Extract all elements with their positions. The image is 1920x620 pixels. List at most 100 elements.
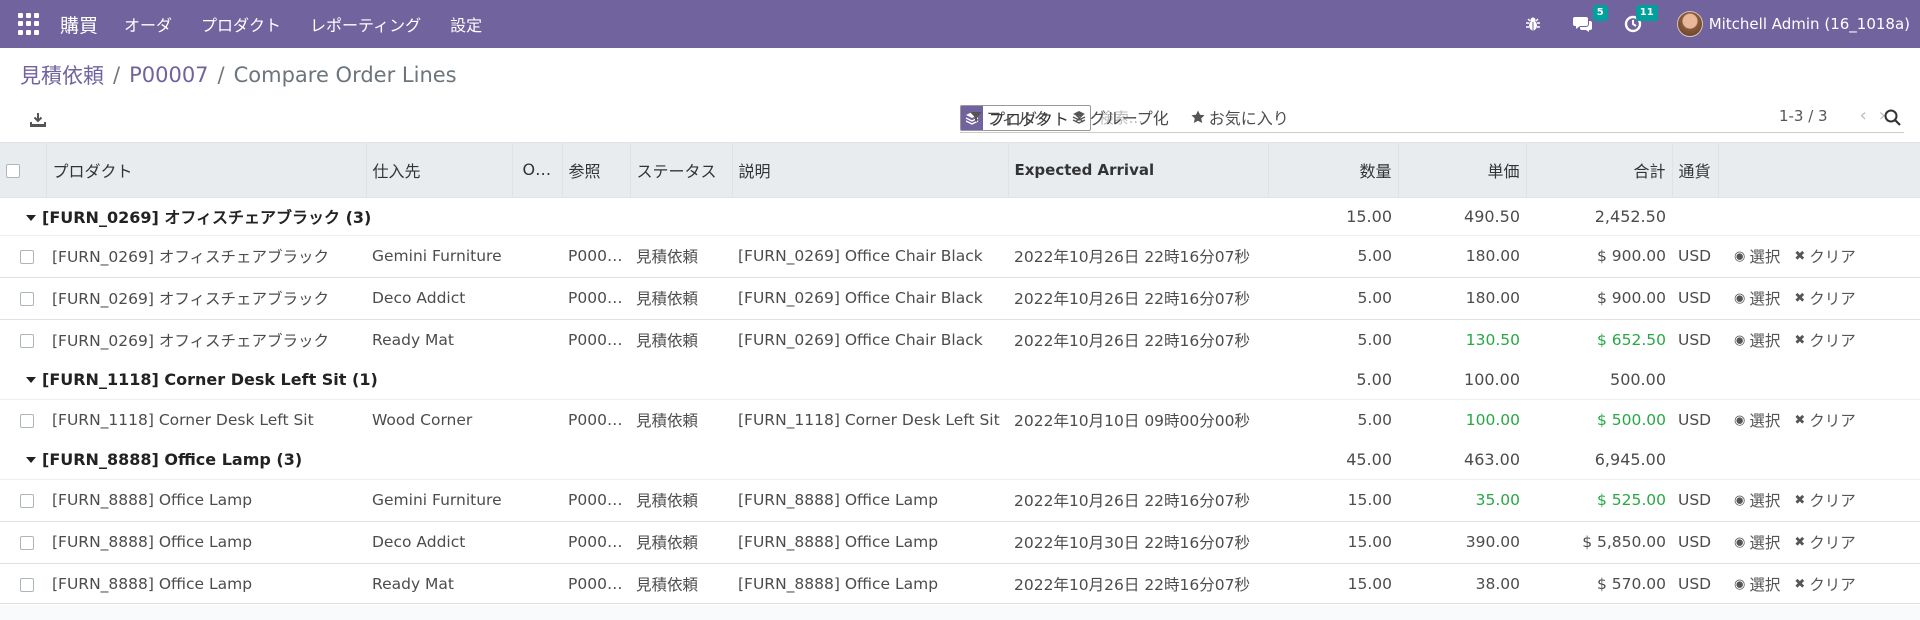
pager-value[interactable]: 1-3 / 3: [1779, 107, 1828, 125]
activities-clock-icon[interactable]: 11: [1621, 5, 1658, 36]
cell-status[interactable]: 見積依頼: [630, 318, 732, 361]
cell-description[interactable]: [FURN_1118] Corner Desk Left Sit: [732, 398, 1008, 441]
table-row[interactable]: [FURN_0269] オフィスチェアブラック Ready Mat P00007 見積…: [0, 318, 1920, 361]
cell-vendor[interactable]: Deco Addict: [366, 276, 512, 319]
cell-reference[interactable]: P00007: [562, 562, 630, 605]
cell-vendor[interactable]: Gemini Furniture: [366, 234, 512, 277]
group-row[interactable]: [FURN_1118] Corner Desk Left Sit (1) 5.00…: [0, 361, 1920, 400]
cell-expected-arrival[interactable]: 2022年10月10日 09時00分00秒: [1008, 398, 1268, 441]
cell-quantity[interactable]: 5.00: [1268, 276, 1398, 319]
column-header-reference[interactable]: 参照: [562, 143, 631, 198]
cell-reference[interactable]: P00013: [562, 478, 630, 521]
column-header-unit-price[interactable]: 単価: [1398, 143, 1527, 198]
cell-quantity[interactable]: 15.00: [1268, 562, 1398, 605]
table-row[interactable]: [FURN_0269] オフィスチェアブラック Gemini Furniture P…: [0, 234, 1920, 277]
menu-item-settings[interactable]: 設定: [450, 12, 482, 36]
cell-total[interactable]: $ 900.00: [1526, 276, 1672, 319]
cell-currency[interactable]: USD: [1672, 276, 1718, 319]
cell-unit-price[interactable]: 38.00: [1398, 562, 1526, 605]
breadcrumb-order[interactable]: P00007: [129, 63, 208, 87]
cell-total[interactable]: $ 900.00: [1526, 234, 1672, 277]
cell-reference[interactable]: P00012: [562, 276, 630, 319]
choose-button[interactable]: ◉ 選択: [1734, 245, 1780, 267]
cell-unit-price[interactable]: 35.00: [1398, 478, 1526, 521]
cell-unit-price[interactable]: 180.00: [1398, 276, 1526, 319]
menu-item-reporting[interactable]: レポーティング: [310, 12, 421, 36]
clear-button[interactable]: ✖ クリア: [1794, 409, 1855, 431]
cell-product[interactable]: [FURN_8888] Office Lamp: [46, 478, 366, 521]
cell-description[interactable]: [FURN_0269] Office Chair Black: [732, 318, 1008, 361]
cell-vendor[interactable]: Wood Corner: [366, 398, 512, 441]
row-checkbox[interactable]: [20, 577, 34, 592]
choose-button[interactable]: ◉ 選択: [1734, 573, 1780, 595]
column-header-description[interactable]: 説明: [732, 143, 1009, 198]
cell-expected-arrival[interactable]: 2022年10月26日 22時16分07秒: [1008, 478, 1268, 521]
choose-button[interactable]: ◉ 選択: [1734, 287, 1780, 309]
cell-description[interactable]: [FURN_0269] Office Chair Black: [732, 234, 1008, 277]
choose-button[interactable]: ◉ 選択: [1734, 531, 1780, 553]
cell-vendor[interactable]: Ready Mat: [366, 318, 512, 361]
row-checkbox[interactable]: [20, 535, 34, 550]
messages-chat-icon[interactable]: 5: [1571, 5, 1608, 36]
cell-quantity[interactable]: 5.00: [1268, 234, 1398, 277]
cell-quantity[interactable]: 5.00: [1268, 398, 1398, 441]
cell-status[interactable]: 見積依頼: [630, 562, 732, 605]
cell-total[interactable]: $ 570.00: [1526, 562, 1672, 605]
user-menu[interactable]: Mitchell Admin (16_1018a): [1709, 15, 1910, 33]
column-header-vendor[interactable]: 仕入先: [366, 143, 513, 198]
clear-button[interactable]: ✖ クリア: [1794, 245, 1855, 267]
cell-description[interactable]: [FURN_8888] Office Lamp: [732, 478, 1008, 521]
cell-description[interactable]: [FURN_8888] Office Lamp: [732, 562, 1008, 605]
cell-currency[interactable]: USD: [1672, 562, 1718, 605]
cell-total[interactable]: $ 525.00: [1526, 478, 1672, 521]
cell-expected-arrival[interactable]: 2022年10月26日 22時16分07秒: [1008, 234, 1268, 277]
cell-product[interactable]: [FURN_0269] オフィスチェアブラック: [46, 276, 366, 319]
menu-item-orders[interactable]: オーダ: [124, 12, 172, 36]
cell-expected-arrival[interactable]: 2022年10月26日 22時16分07秒: [1008, 276, 1268, 319]
row-checkbox[interactable]: [20, 333, 34, 348]
cell-expected-arrival[interactable]: 2022年10月26日 22時16分07秒: [1008, 318, 1268, 361]
row-checkbox[interactable]: [20, 493, 34, 508]
table-row[interactable]: [FURN_8888] Office Lamp Ready Mat P00007 見積…: [0, 562, 1920, 605]
pager-next-button[interactable]: ›: [1879, 105, 1886, 126]
cell-quantity[interactable]: 5.00: [1268, 318, 1398, 361]
clear-button[interactable]: ✖ クリア: [1794, 573, 1855, 595]
favorites-button[interactable]: お気に入り: [1191, 105, 1289, 129]
column-header-expected-arrival[interactable]: Expected Arrival: [1008, 143, 1269, 198]
cell-status[interactable]: 見積依頼: [630, 276, 732, 319]
choose-button[interactable]: ◉ 選択: [1734, 489, 1780, 511]
column-header-status[interactable]: ステータス: [630, 143, 733, 198]
cell-reference[interactable]: P00010: [562, 398, 630, 441]
column-header-total[interactable]: 合計: [1526, 143, 1673, 198]
cell-vendor[interactable]: Gemini Furniture: [366, 478, 512, 521]
cell-quantity[interactable]: 15.00: [1268, 478, 1398, 521]
clear-button[interactable]: ✖ クリア: [1794, 287, 1855, 309]
apps-menu-icon[interactable]: [18, 13, 40, 35]
debug-bug-icon[interactable]: [1521, 12, 1545, 36]
table-row[interactable]: [FURN_0269] オフィスチェアブラック Deco Addict P00012…: [0, 276, 1920, 319]
row-checkbox[interactable]: [20, 413, 34, 428]
cell-expected-arrival[interactable]: 2022年10月30日 22時16分07秒: [1008, 520, 1268, 563]
cell-vendor[interactable]: Deco Addict: [366, 520, 512, 563]
group-row[interactable]: [FURN_8888] Office Lamp (3) 45.00 463.00 6,…: [0, 441, 1920, 480]
cell-currency[interactable]: USD: [1672, 520, 1718, 563]
cell-currency[interactable]: USD: [1672, 234, 1718, 277]
table-row[interactable]: [FURN_8888] Office Lamp Deco Addict P00012…: [0, 520, 1920, 563]
cell-reference[interactable]: P00007: [562, 318, 630, 361]
column-header-currency[interactable]: 通貨: [1672, 143, 1719, 198]
app-name[interactable]: 購買: [60, 11, 98, 38]
cell-description[interactable]: [FURN_8888] Office Lamp: [732, 520, 1008, 563]
clear-button[interactable]: ✖ クリア: [1794, 531, 1855, 553]
cell-total[interactable]: $ 652.50: [1526, 318, 1672, 361]
cell-product[interactable]: [FURN_8888] Office Lamp: [46, 562, 366, 605]
choose-button[interactable]: ◉ 選択: [1734, 329, 1780, 351]
menu-item-products[interactable]: プロダクト: [201, 12, 281, 36]
column-header-quantity[interactable]: 数量: [1268, 143, 1399, 198]
cell-currency[interactable]: USD: [1672, 478, 1718, 521]
cell-unit-price[interactable]: 180.00: [1398, 234, 1526, 277]
cell-unit-price[interactable]: 390.00: [1398, 520, 1526, 563]
choose-button[interactable]: ◉ 選択: [1734, 409, 1780, 431]
cell-product[interactable]: [FURN_8888] Office Lamp: [46, 520, 366, 563]
pager-previous-button[interactable]: ‹: [1860, 105, 1867, 126]
table-row[interactable]: [FURN_8888] Office Lamp Gemini Furniture P…: [0, 478, 1920, 521]
